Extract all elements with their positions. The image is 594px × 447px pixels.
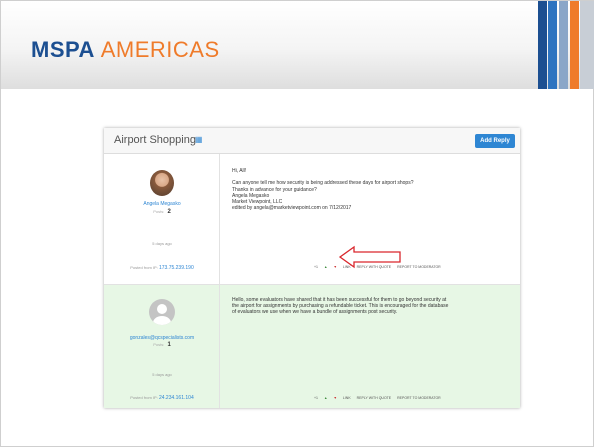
forum-thread: Airport Shopping ▦ Add Reply Angela Mega… [104, 128, 520, 408]
plus-one-button[interactable]: +1 [314, 396, 318, 400]
thread-header: Airport Shopping ▦ Add Reply [104, 128, 520, 154]
thumbs-down-icon[interactable]: ▼ [333, 265, 336, 269]
avatar-head [157, 304, 167, 314]
author-name[interactable]: Angela Megasko [104, 201, 220, 207]
rss-icon[interactable]: ▦ [195, 135, 203, 144]
posts-label: Posts: [153, 342, 165, 347]
thumbs-down-icon[interactable]: ▼ [333, 396, 336, 400]
thumbs-up-icon[interactable]: ▲ [324, 265, 327, 269]
post: Angela Megasko Posts: 2 5 days ago Poste… [104, 154, 520, 285]
post-count: Posts: 1 [104, 342, 220, 348]
reply-with-quote-button[interactable]: REPLY WITH QUOTE [357, 396, 392, 400]
post-actions: +1 ▲ ▼ LINK REPLY WITH QUOTE REPORT TO M… [314, 396, 446, 400]
brand-primary: MSPA [31, 37, 95, 62]
author-column: gonzales@qcspecialists.com Posts: 1 5 da… [104, 285, 220, 408]
posted-from-label: Posted from IP: [130, 395, 158, 400]
ip-address[interactable]: 24.234.161.104 [159, 395, 194, 401]
topic-title: Airport Shopping [114, 134, 196, 146]
plus-one-button[interactable]: +1 [314, 265, 318, 269]
link-button[interactable]: LINK [343, 396, 351, 400]
post-content: Hello, some evaluators have shared that … [232, 297, 514, 316]
brand-stripe-2 [548, 1, 557, 89]
post: gonzales@qcspecialists.com Posts: 1 5 da… [104, 285, 520, 408]
brand-stripe-3 [559, 1, 568, 89]
post-content: Hi, All! Can anyone tell me how security… [232, 168, 514, 211]
author-column: Angela Megasko Posts: 2 5 days ago Poste… [104, 154, 220, 284]
callout-arrow-icon [338, 245, 401, 269]
posts-count: 1 [167, 342, 171, 348]
author-name[interactable]: gonzales@qcspecialists.com [104, 335, 220, 341]
posted-from: Posted from IP: 24.234.161.104 [104, 395, 220, 401]
posted-from-label: Posted from IP: [130, 265, 158, 270]
time-ago: 5 days ago [152, 372, 172, 377]
add-reply-button[interactable]: Add Reply [475, 134, 515, 148]
brand-secondary: AMERICAS [100, 37, 220, 62]
thumbs-up-icon[interactable]: ▲ [324, 396, 327, 400]
ip-address[interactable]: 173.75.239.190 [159, 265, 194, 271]
brand-logo: MSPA AMERICAS [31, 37, 220, 63]
post-line: edited by angela@marketviewpoint.com on … [232, 205, 352, 212]
avatar[interactable] [150, 170, 174, 196]
avatar-body [153, 316, 171, 325]
posts-label: Posts: [153, 209, 165, 214]
posted-from: Posted from IP: 173.75.239.190 [104, 265, 220, 271]
brand-stripe-1 [538, 1, 547, 89]
default-user-avatar-icon[interactable] [149, 299, 175, 325]
brand-stripe-5 [580, 1, 594, 89]
brand-stripe-4 [570, 1, 579, 89]
post-line: of evaluators we use when we have a bund… [232, 309, 398, 316]
report-to-moderator-button[interactable]: REPORT TO MODERATOR [397, 396, 441, 400]
posts-count: 2 [167, 209, 171, 215]
post-count: Posts: 2 [104, 209, 220, 215]
time-ago: 5 days ago [152, 241, 172, 246]
